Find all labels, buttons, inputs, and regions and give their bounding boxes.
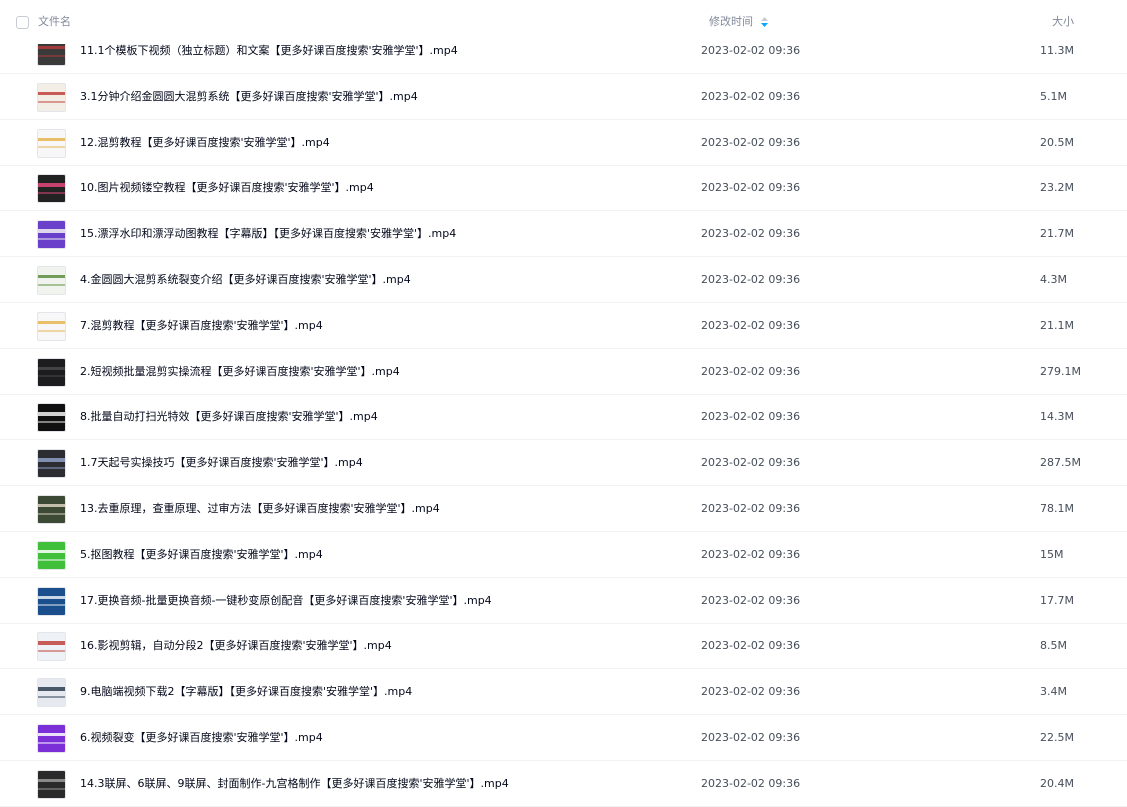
file-row[interactable]: 14.3联屏、6联屏、9联屏、封面制作-九宫格制作【更多好课百度搜索'安雅学堂'… xyxy=(0,762,1127,807)
file-size: 11.3M xyxy=(1040,44,1074,57)
video-thumbnail[interactable] xyxy=(37,220,66,250)
file-modified-time: 2023-02-02 09:36 xyxy=(701,44,801,57)
file-name[interactable]: 11.1个模板下视频（独立标题）和文案【更多好课百度搜索'安雅学堂'】.mp4 xyxy=(80,44,458,58)
file-size: 3.4M xyxy=(1040,685,1067,699)
file-row[interactable]: 7.混剪教程【更多好课百度搜索'安雅学堂'】.mp4 2023-02-02 09:… xyxy=(0,304,1127,349)
file-modified-time: 2023-02-02 09:36 xyxy=(701,227,801,241)
file-size: 20.4M xyxy=(1040,776,1074,790)
file-modified-time: 2023-02-02 09:36 xyxy=(701,364,801,378)
video-thumbnail[interactable] xyxy=(37,769,66,799)
file-name[interactable]: 16.影视剪辑，自动分段2【更多好课百度搜索'安雅学堂'】.mp4 xyxy=(80,639,392,653)
column-header-name[interactable]: 文件名 xyxy=(38,15,71,29)
file-row[interactable]: 2.短视频批量混剪实操流程【更多好课百度搜索'安雅学堂'】.mp4 2023-02… xyxy=(0,350,1127,395)
select-all-checkbox[interactable] xyxy=(16,16,29,29)
file-size: 21.1M xyxy=(1040,318,1074,332)
file-modified-time: 2023-02-02 09:36 xyxy=(701,731,801,744)
file-name[interactable]: 10.图片视频镂空教程【更多好课百度搜索'安雅学堂'】.mp4 xyxy=(80,181,374,195)
file-name[interactable]: 13.去重原理，查重原理、过审方法【更多好课百度搜索'安雅学堂'】.mp4 xyxy=(80,502,440,516)
file-modified-time: 2023-02-02 09:36 xyxy=(701,181,801,195)
file-modified-time: 2023-02-02 09:36 xyxy=(701,593,801,607)
file-modified-time: 2023-02-02 09:36 xyxy=(701,639,801,653)
file-modified-time: 2023-02-02 09:36 xyxy=(701,273,801,286)
video-thumbnail[interactable] xyxy=(37,403,66,433)
file-size: 4.3M xyxy=(1040,273,1067,286)
file-modified-time: 2023-02-02 09:36 xyxy=(701,685,801,699)
file-name[interactable]: 9.电脑端视频下载2【字幕版】【更多好课百度搜索'安雅学堂'】.mp4 xyxy=(80,685,412,699)
file-modified-time: 2023-02-02 09:36 xyxy=(701,89,801,103)
video-thumbnail[interactable] xyxy=(37,540,66,570)
video-thumbnail[interactable] xyxy=(37,128,66,158)
file-size: 15M xyxy=(1040,547,1064,561)
file-row[interactable]: 17.更换音频-批量更换音频-一键秒变原创配音【更多好课百度搜索'安雅学堂'】.… xyxy=(0,579,1127,624)
file-size: 22.5M xyxy=(1040,731,1074,744)
file-name[interactable]: 15.漂浮水印和漂浮动图教程【字幕版】【更多好课百度搜索'安雅学堂'】.mp4 xyxy=(80,227,456,241)
video-thumbnail[interactable] xyxy=(37,678,66,708)
video-thumbnail[interactable] xyxy=(37,311,66,341)
file-row[interactable]: 10.图片视频镂空教程【更多好课百度搜索'安雅学堂'】.mp4 2023-02-0… xyxy=(0,166,1127,212)
file-name[interactable]: 2.短视频批量混剪实操流程【更多好课百度搜索'安雅学堂'】.mp4 xyxy=(80,365,400,379)
file-name[interactable]: 6.视频裂变【更多好课百度搜索'安雅学堂'】.mp4 xyxy=(80,731,323,745)
file-modified-time: 2023-02-02 09:36 xyxy=(701,410,801,424)
file-row[interactable]: 1.7天起号实操技巧【更多好课百度搜索'安雅学堂'】.mp4 2023-02-02… xyxy=(0,441,1127,487)
file-row[interactable]: 5.抠图教程【更多好课百度搜索'安雅学堂'】.mp4 2023-02-02 09:… xyxy=(0,533,1127,578)
file-size: 17.7M xyxy=(1040,593,1074,607)
file-modified-time: 2023-02-02 09:36 xyxy=(701,547,801,561)
file-size: 287.5M xyxy=(1040,456,1081,470)
column-header-modified-time[interactable]: 修改时间 xyxy=(709,15,753,29)
video-thumbnail[interactable] xyxy=(37,266,66,295)
file-row[interactable]: 12.混剪教程【更多好课百度搜索'安雅学堂'】.mp4 2023-02-02 09… xyxy=(0,121,1127,166)
file-name[interactable]: 14.3联屏、6联屏、9联屏、封面制作-九宫格制作【更多好课百度搜索'安雅学堂'… xyxy=(80,777,509,791)
file-row[interactable]: 13.去重原理，查重原理、过审方法【更多好课百度搜索'安雅学堂'】.mp4 202… xyxy=(0,487,1127,532)
file-modified-time: 2023-02-02 09:36 xyxy=(701,776,801,790)
file-row[interactable]: 4.金圆圆大混剪系统裂变介绍【更多好课百度搜索'安雅学堂'】.mp4 2023-0… xyxy=(0,258,1127,303)
file-row[interactable]: 15.漂浮水印和漂浮动图教程【字幕版】【更多好课百度搜索'安雅学堂'】.mp4 2… xyxy=(0,212,1127,258)
file-name[interactable]: 7.混剪教程【更多好课百度搜索'安雅学堂'】.mp4 xyxy=(80,319,323,333)
file-list-header: 文件名 修改时间 大小 xyxy=(0,0,1127,44)
file-size: 78.1M xyxy=(1040,502,1074,515)
file-size: 5.1M xyxy=(1040,89,1067,103)
file-row[interactable]: 9.电脑端视频下载2【字幕版】【更多好课百度搜索'安雅学堂'】.mp4 2023-… xyxy=(0,670,1127,716)
video-thumbnail[interactable] xyxy=(37,495,66,524)
file-size: 14.3M xyxy=(1040,410,1074,424)
column-header-size[interactable]: 大小 xyxy=(1052,15,1074,29)
video-thumbnail[interactable] xyxy=(37,724,66,753)
file-row[interactable]: 6.视频裂变【更多好课百度搜索'安雅学堂'】.mp4 2023-02-02 09:… xyxy=(0,716,1127,761)
video-thumbnail[interactable] xyxy=(37,449,66,479)
video-thumbnail[interactable] xyxy=(37,632,66,662)
file-size: 8.5M xyxy=(1040,639,1067,653)
file-name[interactable]: 8.批量自动打扫光特效【更多好课百度搜索'安雅学堂'】.mp4 xyxy=(80,410,378,424)
file-modified-time: 2023-02-02 09:36 xyxy=(701,456,801,470)
file-size: 279.1M xyxy=(1040,364,1081,378)
file-row[interactable]: 8.批量自动打扫光特效【更多好课百度搜索'安雅学堂'】.mp4 2023-02-0… xyxy=(0,395,1127,441)
file-name[interactable]: 1.7天起号实操技巧【更多好课百度搜索'安雅学堂'】.mp4 xyxy=(80,456,363,470)
file-size: 21.7M xyxy=(1040,227,1074,241)
file-name[interactable]: 3.1分钟介绍金圆圆大混剪系统【更多好课百度搜索'安雅学堂'】.mp4 xyxy=(80,90,418,104)
file-name[interactable]: 17.更换音频-批量更换音频-一键秒变原创配音【更多好课百度搜索'安雅学堂'】.… xyxy=(80,594,492,608)
file-name[interactable]: 5.抠图教程【更多好课百度搜索'安雅学堂'】.mp4 xyxy=(80,548,323,562)
video-thumbnail[interactable] xyxy=(37,174,66,204)
file-row[interactable]: 3.1分钟介绍金圆圆大混剪系统【更多好课百度搜索'安雅学堂'】.mp4 2023-… xyxy=(0,75,1127,120)
video-thumbnail[interactable] xyxy=(37,82,66,112)
file-modified-time: 2023-02-02 09:36 xyxy=(701,318,801,332)
file-size: 23.2M xyxy=(1040,181,1074,195)
file-modified-time: 2023-02-02 09:36 xyxy=(701,502,801,515)
file-size: 20.5M xyxy=(1040,135,1074,149)
file-modified-time: 2023-02-02 09:36 xyxy=(701,135,801,149)
file-row[interactable]: 16.影视剪辑，自动分段2【更多好课百度搜索'安雅学堂'】.mp4 2023-02… xyxy=(0,624,1127,670)
video-thumbnail[interactable] xyxy=(37,357,66,387)
file-name[interactable]: 12.混剪教程【更多好课百度搜索'安雅学堂'】.mp4 xyxy=(80,136,330,150)
video-thumbnail[interactable] xyxy=(37,586,66,616)
file-name[interactable]: 4.金圆圆大混剪系统裂变介绍【更多好课百度搜索'安雅学堂'】.mp4 xyxy=(80,273,411,287)
sort-descending-icon[interactable] xyxy=(760,16,769,28)
